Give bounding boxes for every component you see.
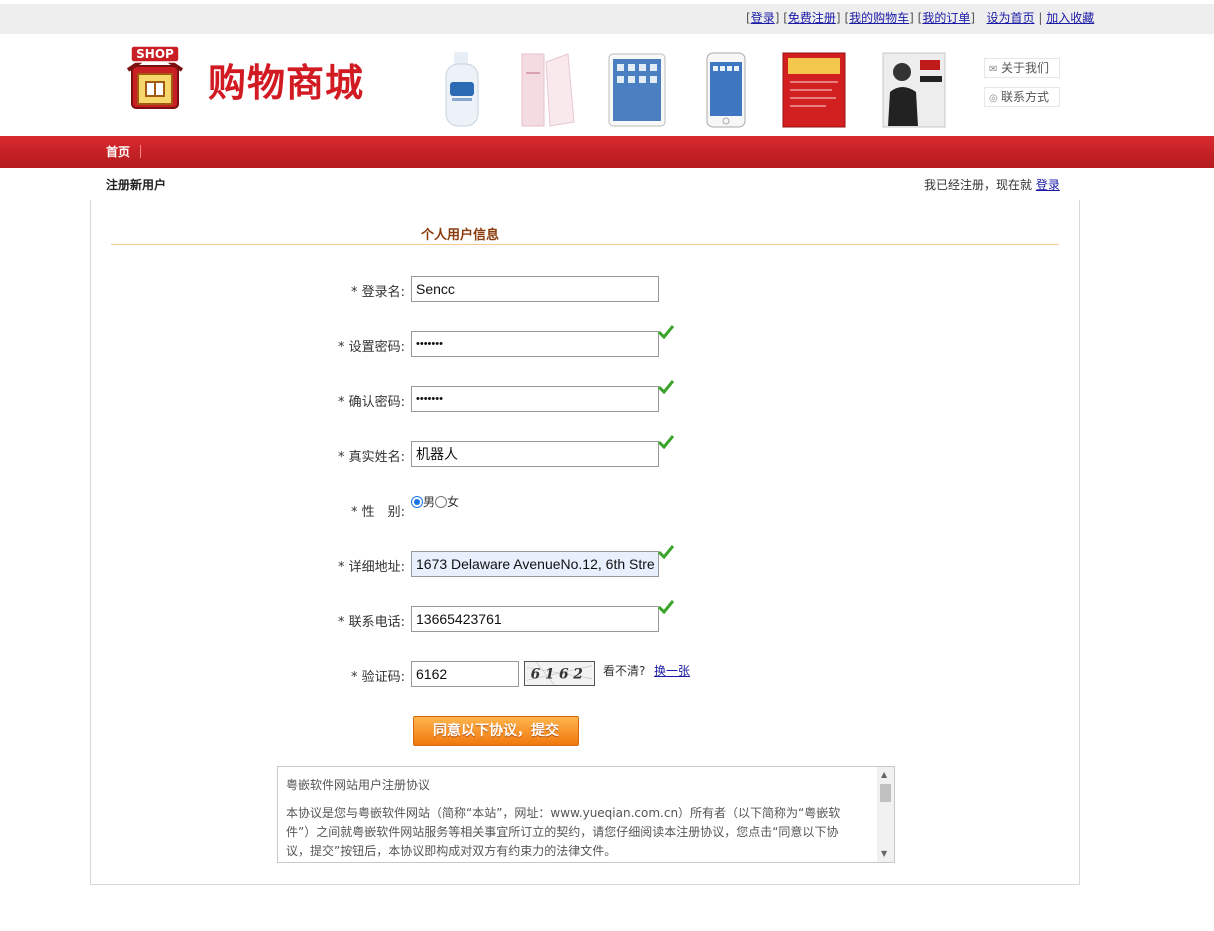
confirm-password-input[interactable]: ••••••• [411, 386, 659, 412]
confirm-check-icon [658, 380, 674, 394]
realname-row: * 真实姓名: 机器人 [91, 435, 1081, 467]
agreement-scrollbar[interactable]: ▲ ▼ [877, 767, 894, 862]
phone-input[interactable]: 13665423761 [411, 606, 659, 632]
product-iphone-image[interactable] [706, 52, 746, 128]
address-label: * 详细地址: [337, 560, 405, 575]
address-check-icon [658, 545, 674, 559]
scroll-thumb[interactable] [880, 784, 891, 802]
header: SHOP 购物商城 ✉ 关于我们 ◎ 联系方式 [0, 34, 1214, 136]
register-link[interactable]: 免费注册 [788, 11, 836, 25]
captcha-row: * 验证码: 6162 6162 看不清? 换一张 [91, 661, 1081, 687]
page-title: 注册新用户 [106, 178, 167, 192]
login-link[interactable]: 登录 [751, 11, 775, 25]
sub-bar: 注册新用户 我已经注册，现在就 登录 [0, 168, 1214, 200]
contact-icon: ◎ [989, 93, 998, 104]
agreement-body: 本协议是您与粤嵌软件网站（简称“本站”，网址：www.yueqian.com.c… [286, 806, 841, 858]
gender-row: * 性 别: 男女 [91, 493, 1081, 522]
realname-input[interactable]: 机器人 [411, 441, 659, 467]
realname-label: * 真实姓名: [337, 450, 405, 465]
password-label: * 设置密码: [337, 340, 405, 355]
gender-female-label: 女 [447, 495, 460, 509]
set-homepage-link[interactable]: 设为首页 [987, 11, 1035, 25]
scroll-down-icon[interactable]: ▼ [881, 849, 887, 858]
captcha-hint: 看不清? [603, 664, 646, 678]
svg-text:6162: 6162 [531, 667, 588, 683]
agreement-content: 粤嵌软件网站用户注册协议 本协议是您与粤嵌软件网站（简称“本站”，网址：www.… [286, 776, 860, 861]
captcha-label: * 验证码: [350, 670, 405, 685]
top-bar: [登录] [免费注册] [我的购物车] [我的订单] 设为首页 | 加入收藏 [0, 4, 1214, 34]
shop-logo[interactable]: SHOP [126, 44, 184, 110]
address-row: * 详细地址: 1673 Delaware AvenueNo.12, 6th S… [91, 545, 1081, 577]
nav-home[interactable]: 首页 [106, 143, 130, 160]
realname-check-icon [658, 435, 674, 449]
brand-title[interactable]: 购物商城 [208, 52, 364, 107]
captcha-input[interactable]: 6162 [411, 661, 519, 687]
address-input[interactable]: 1673 Delaware AvenueNo.12, 6th Stre [411, 551, 659, 577]
product-ipad-image[interactable] [608, 52, 666, 128]
product-cleanser-image[interactable] [440, 52, 484, 128]
product-facial-foam-image[interactable] [520, 52, 576, 128]
confirm-password-label: * 确认密码: [337, 395, 405, 410]
username-row: * 登录名: Sencc [91, 276, 1081, 302]
cart-link[interactable]: 我的购物车 [849, 11, 909, 25]
product-red-book-image[interactable] [782, 52, 846, 128]
phone-row: * 联系电话: 13665423761 [91, 600, 1081, 632]
top-links: [登录] [免费注册] [我的购物车] [我的订单] 设为首页 | 加入收藏 [746, 11, 1095, 25]
subbar-login-link[interactable]: 登录 [1036, 178, 1060, 192]
password-check-icon [658, 325, 674, 339]
mail-icon: ✉ [989, 64, 998, 75]
agreement-box[interactable]: 粤嵌软件网站用户注册协议 本协议是您与粤嵌软件网站（简称“本站”，网址：www.… [277, 766, 895, 863]
agreement-title: 粤嵌软件网站用户注册协议 [286, 778, 431, 792]
contact-link[interactable]: ◎ 联系方式 [984, 87, 1060, 107]
gender-male-radio[interactable] [411, 496, 423, 508]
captcha-refresh-link[interactable]: 换一张 [654, 662, 690, 679]
section-title: 个人用户信息 [421, 228, 500, 243]
captcha-image[interactable]: 6162 [524, 661, 595, 686]
nav-separator [140, 145, 141, 158]
scroll-up-icon[interactable]: ▲ [881, 770, 887, 779]
product-java-book-image[interactable] [882, 52, 946, 128]
svg-text:SHOP: SHOP [136, 47, 174, 61]
phone-label: * 联系电话: [337, 615, 405, 630]
gender-female-radio[interactable] [435, 496, 448, 508]
add-favorite-link[interactable]: 加入收藏 [1046, 11, 1094, 25]
confirm-password-row: * 确认密码: ••••••• [91, 380, 1081, 412]
gender-label: * 性 别: [350, 505, 405, 520]
section-divider [111, 244, 1059, 245]
submit-button[interactable]: 同意以下协议，提交 [413, 716, 579, 746]
username-label: * 登录名: [350, 285, 405, 300]
gender-male-label: 男 [423, 495, 436, 509]
about-us-link[interactable]: ✉ 关于我们 [984, 58, 1060, 78]
phone-check-icon [658, 600, 674, 614]
registration-panel: 个人用户信息 * 登录名: Sencc * 设置密码: ••••••• * 确认… [90, 200, 1080, 885]
password-row: * 设置密码: ••••••• [91, 325, 1081, 357]
orders-link[interactable]: 我的订单 [922, 11, 970, 25]
already-registered: 我已经注册，现在就 登录 [924, 178, 1060, 192]
main-nav: 首页 [0, 136, 1214, 168]
gender-options: 男女 [411, 493, 459, 510]
password-input[interactable]: ••••••• [411, 331, 659, 357]
username-input[interactable]: Sencc [411, 276, 659, 302]
